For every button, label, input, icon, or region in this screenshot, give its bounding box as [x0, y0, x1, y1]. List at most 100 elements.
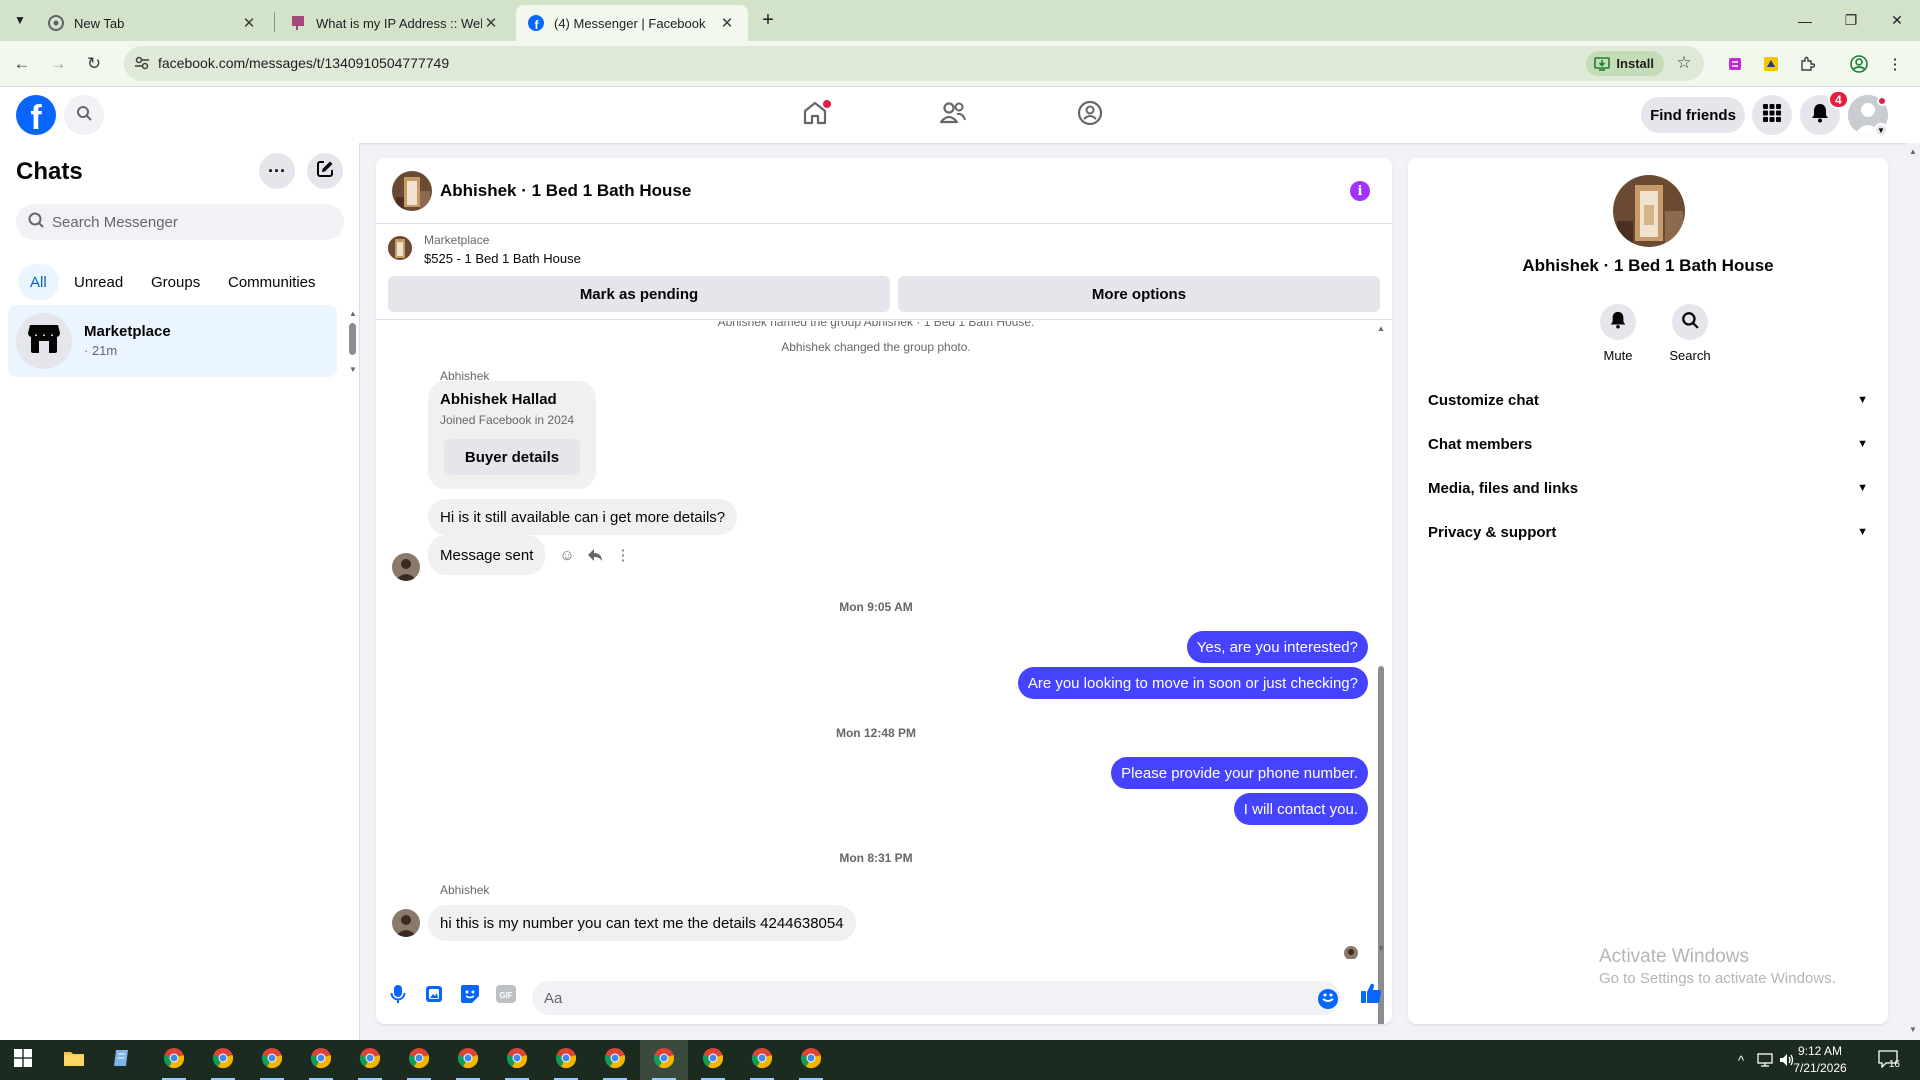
- find-friends-button[interactable]: Find friends: [1641, 97, 1745, 133]
- chevron-up-icon[interactable]: ^: [1732, 1051, 1750, 1069]
- section-customize-chat[interactable]: Customize chat ▼: [1416, 378, 1880, 422]
- filter-groups[interactable]: Groups: [139, 264, 212, 300]
- site-info-icon[interactable]: [134, 55, 150, 71]
- message-bubble-incoming[interactable]: hi this is my number you can text me the…: [428, 905, 856, 941]
- scroll-up-arrow-icon[interactable]: ▲: [1377, 325, 1385, 333]
- conversation-avatar[interactable]: [392, 171, 432, 211]
- listing-thumbnail[interactable]: [388, 236, 412, 260]
- message-input-wrapper[interactable]: [532, 981, 1340, 1015]
- message-input[interactable]: [544, 981, 1304, 1015]
- message-bubble-outgoing[interactable]: I will contact you.: [1233, 793, 1368, 825]
- chat-list-item[interactable]: Marketplace · 21m: [8, 305, 337, 377]
- taskbar-chrome-window[interactable]: [297, 1040, 345, 1080]
- close-icon[interactable]: ✕: [240, 14, 258, 32]
- buyer-details-button[interactable]: Buyer details: [444, 439, 580, 475]
- forward-button[interactable]: →: [44, 50, 72, 78]
- nav-home[interactable]: [759, 87, 871, 143]
- close-icon[interactable]: ✕: [718, 14, 736, 32]
- taskbar-notepad[interactable]: [98, 1040, 146, 1080]
- scroll-down-arrow-icon[interactable]: ▼: [1377, 945, 1385, 953]
- taskbar-chrome-window[interactable]: [444, 1040, 492, 1080]
- conversation-scrollbar[interactable]: ▲ ▼: [1374, 321, 1388, 1024]
- sender-avatar[interactable]: [392, 909, 420, 937]
- taskbar-file-explorer[interactable]: [50, 1040, 98, 1080]
- taskbar-chrome-window[interactable]: [689, 1040, 737, 1080]
- taskbar-chrome-window[interactable]: [199, 1040, 247, 1080]
- message-bubble-outgoing[interactable]: Yes, are you interested?: [1186, 631, 1368, 663]
- search-messenger[interactable]: [16, 204, 344, 240]
- mark-as-pending-button[interactable]: Mark as pending: [388, 276, 890, 312]
- chevron-down-icon[interactable]: ▼: [1874, 123, 1888, 137]
- tab-ip-address[interactable]: What is my IP Address :: WebBrowserTools…: [278, 5, 512, 41]
- scroll-down-arrow-icon[interactable]: ▼: [1909, 1025, 1917, 1034]
- message-bubble-outgoing[interactable]: Please provide your phone number.: [1111, 757, 1368, 789]
- tab-search-button[interactable]: ▼: [8, 8, 32, 32]
- taskbar-chrome-window[interactable]: [346, 1040, 394, 1080]
- minimize-button[interactable]: —: [1782, 0, 1828, 41]
- restore-button[interactable]: ❐: [1828, 0, 1874, 41]
- section-privacy-support[interactable]: Privacy & support ▼: [1416, 510, 1880, 554]
- facebook-search-button[interactable]: [64, 95, 104, 135]
- gif-button[interactable]: GIF: [494, 984, 518, 1008]
- nav-friends[interactable]: [897, 87, 1009, 143]
- mute-button[interactable]: [1600, 304, 1636, 340]
- bookmark-star-icon[interactable]: ☆: [1674, 53, 1694, 73]
- sidebar-scrollbar[interactable]: ▲ ▼: [349, 309, 357, 375]
- menu-button[interactable]: [1752, 95, 1792, 135]
- taskbar-chrome-window[interactable]: [395, 1040, 443, 1080]
- taskbar-chrome-window[interactable]: [787, 1040, 835, 1080]
- chat-info-avatar[interactable]: [1613, 175, 1685, 247]
- emoji-button[interactable]: [1318, 989, 1338, 1009]
- menu-kebab-icon[interactable]: ⋮: [1884, 53, 1906, 75]
- section-media-files-links[interactable]: Media, files and links ▼: [1416, 466, 1880, 510]
- new-tab-button[interactable]: +: [756, 8, 780, 32]
- sender-avatar[interactable]: [392, 553, 420, 581]
- close-icon[interactable]: ✕: [482, 14, 500, 32]
- taskbar-chrome-window[interactable]: [248, 1040, 296, 1080]
- listing-price[interactable]: $525 - 1 Bed 1 Bath House: [424, 251, 581, 266]
- search-messenger-input[interactable]: [52, 213, 332, 231]
- facebook-logo[interactable]: f: [16, 95, 56, 135]
- scroll-thumb[interactable]: [349, 323, 356, 355]
- more-options-button[interactable]: More options: [898, 276, 1380, 312]
- scroll-up-arrow-icon[interactable]: ▲: [349, 309, 357, 318]
- scroll-down-arrow-icon[interactable]: ▼: [349, 365, 357, 374]
- reload-button[interactable]: ↻: [80, 50, 108, 78]
- message-bubble-outgoing[interactable]: Are you looking to move in soon or just …: [1017, 667, 1368, 699]
- taskbar-chrome-window[interactable]: [640, 1040, 688, 1080]
- start-button[interactable]: [0, 1040, 46, 1080]
- page-scrollbar[interactable]: ▲ ▼: [1906, 143, 1920, 1040]
- reply-icon[interactable]: [583, 543, 607, 567]
- mute-action[interactable]: Mute: [1588, 304, 1648, 363]
- sticker-button[interactable]: [458, 984, 482, 1008]
- conversation-title[interactable]: Abhishek · 1 Bed 1 Bath House: [440, 181, 691, 201]
- profile-icon[interactable]: [1848, 53, 1870, 75]
- taskbar-chrome-window[interactable]: [738, 1040, 786, 1080]
- network-icon[interactable]: [1756, 1051, 1774, 1069]
- taskbar-clock[interactable]: 9:12 AM 7/21/2026: [1782, 1043, 1858, 1077]
- attach-photo-button[interactable]: [422, 984, 446, 1008]
- nav-groups[interactable]: [1034, 87, 1146, 143]
- message-bubble-incoming[interactable]: Message sent: [428, 535, 546, 575]
- taskbar-chrome-window[interactable]: [591, 1040, 639, 1080]
- scroll-up-arrow-icon[interactable]: ▲: [1909, 147, 1917, 156]
- extension-icon[interactable]: [1760, 53, 1782, 75]
- section-chat-members[interactable]: Chat members ▼: [1416, 422, 1880, 466]
- action-center-button[interactable]: 16: [1878, 1050, 1900, 1070]
- close-window-button[interactable]: ✕: [1874, 0, 1920, 41]
- new-message-button[interactable]: [307, 153, 343, 189]
- taskbar-chrome-window[interactable]: [493, 1040, 541, 1080]
- chats-options-button[interactable]: ···: [259, 153, 295, 189]
- tab-messenger[interactable]: f (4) Messenger | Facebook ✕: [516, 5, 748, 41]
- filter-all[interactable]: All: [18, 264, 59, 300]
- back-button[interactable]: ←: [8, 50, 36, 78]
- search-in-chat-button[interactable]: [1672, 304, 1708, 340]
- info-icon[interactable]: i: [1350, 181, 1370, 201]
- react-emoji-icon[interactable]: ☺: [555, 543, 579, 567]
- search-action[interactable]: Search: [1660, 304, 1720, 363]
- voice-clip-button[interactable]: [386, 984, 410, 1008]
- tab-new-tab[interactable]: New Tab ✕: [36, 5, 270, 41]
- taskbar-chrome-window[interactable]: [542, 1040, 590, 1080]
- filter-unread[interactable]: Unread: [62, 264, 135, 300]
- address-bar[interactable]: facebook.com/messages/t/1340910504777749…: [124, 46, 1704, 81]
